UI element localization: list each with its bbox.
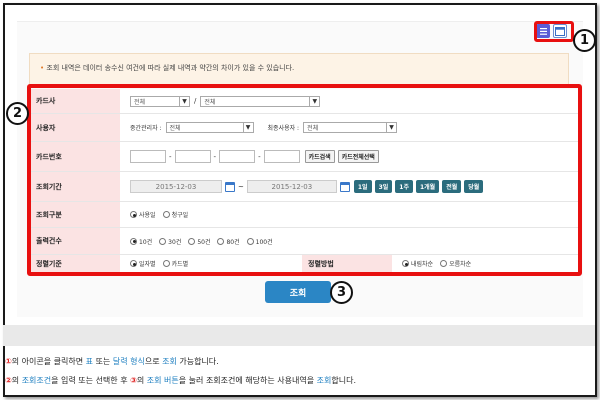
note-num-2: ② bbox=[5, 376, 12, 385]
callout-3: 3 bbox=[330, 281, 353, 304]
callout-2: 2 bbox=[6, 102, 29, 125]
highlight-box-1 bbox=[534, 21, 574, 42]
note-text: 을 입력 또는 선택한 후 bbox=[51, 376, 131, 385]
note-text: 으로 bbox=[144, 357, 163, 366]
note-text: 합니다. bbox=[331, 376, 356, 385]
highlight-box-2 bbox=[27, 84, 582, 276]
note-text: 가능합니다. bbox=[176, 357, 219, 366]
note-highlight: 조회 bbox=[316, 376, 332, 385]
note-text: 의 bbox=[136, 376, 147, 385]
note-highlight: 조회 bbox=[162, 357, 177, 366]
note-num-3: ③ bbox=[130, 376, 137, 385]
note-text: 또는 bbox=[93, 357, 113, 366]
note-text: 을 눌러 조회조건에 해당하는 사용내역을 bbox=[178, 376, 317, 385]
note-num-1: ① bbox=[5, 357, 12, 366]
note-line-1: ①의 아이콘을 클릭하면 표 또는 달력 형식으로 조회 가능합니다. bbox=[5, 356, 219, 367]
separator-band bbox=[3, 325, 595, 346]
note-text: 의 아이콘을 클릭하면 bbox=[11, 357, 86, 366]
callout-1: 1 bbox=[573, 29, 596, 52]
note-text: 의 bbox=[11, 376, 22, 385]
note-highlight: 조회조건 bbox=[21, 376, 52, 385]
note-highlight: 표 bbox=[85, 357, 94, 366]
search-button[interactable]: 조회 bbox=[265, 281, 331, 303]
note-highlight: 조회 버튼 bbox=[146, 376, 179, 385]
notice-text: 조회 내역은 데이터 송수신 여건에 따라 실제 내역과 약간의 차이가 있을 … bbox=[46, 64, 295, 72]
note-line-2: ②의 조회조건을 입력 또는 선택한 후 ③의 조회 버튼을 눌러 조회조건에 … bbox=[5, 375, 356, 386]
notice-banner: • 조회 내역은 데이터 송수신 여건에 따라 실제 내역과 약간의 차이가 있… bbox=[29, 53, 569, 85]
note-highlight: 달력 형식 bbox=[112, 357, 145, 366]
notice-bullet: • bbox=[40, 64, 45, 72]
